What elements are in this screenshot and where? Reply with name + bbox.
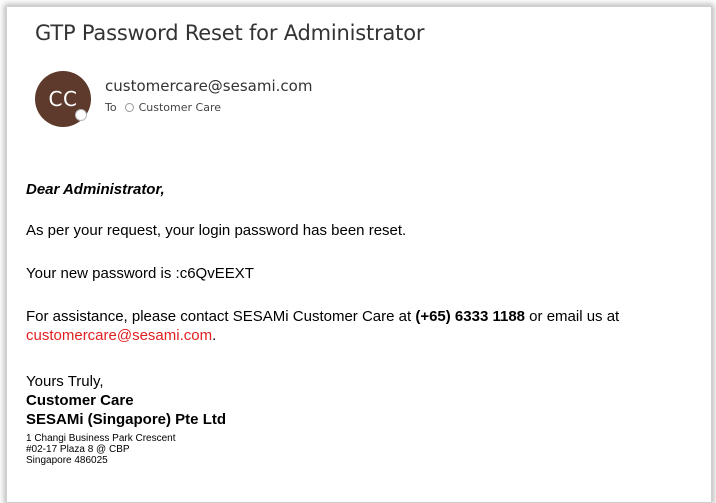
new-password-line: Your new password is :c6QvEEXT [26, 265, 254, 282]
recipient-presence-icon [124, 103, 134, 112]
email-message: GTP Password Reset for Administrator CC … [6, 6, 712, 503]
address-line-2: #02-17 Plaza 8 @ CBP [26, 444, 130, 455]
signature-name: Customer Care [26, 392, 134, 409]
presence-status-icon [75, 109, 87, 121]
support-phone: (+65) 6333 1188 [415, 308, 526, 325]
address-line-3: Singapore 486025 [26, 455, 108, 466]
reset-message: As per your request, your login password… [26, 222, 407, 239]
address-block: 1 Changi Business Park Crescent #02-17 P… [26, 433, 226, 466]
assistance-message: For assistance, please contact SESAMi Cu… [26, 307, 706, 345]
email-reading-pane: GTP Password Reset for Administrator CC … [0, 0, 716, 503]
support-email-link[interactable]: customercare@sesami.com [26, 327, 212, 344]
assist-middle: or email us at [525, 308, 620, 325]
avatar-initials: CC [48, 87, 78, 111]
address-line-1: 1 Changi Business Park Crescent [26, 433, 176, 444]
recipient-line: To Customer Care [105, 101, 221, 114]
greeting: Dear Administrator, [26, 181, 165, 198]
email-body: Dear Administrator, As per your request,… [26, 180, 706, 466]
email-subject: GTP Password Reset for Administrator [35, 21, 425, 45]
signature-company: SESAMi (Singapore) Pte Ltd [26, 411, 227, 428]
sender-address[interactable]: customercare@sesami.com [105, 77, 312, 95]
assist-suffix: . [212, 327, 217, 344]
closing: Yours Truly, [26, 373, 104, 390]
signature-block: Yours Truly, Customer Care SESAMi (Singa… [26, 372, 226, 466]
recipient-name[interactable]: Customer Care [139, 101, 221, 114]
assist-prefix: For assistance, please contact SESAMi Cu… [26, 308, 416, 325]
to-label: To [105, 101, 117, 114]
